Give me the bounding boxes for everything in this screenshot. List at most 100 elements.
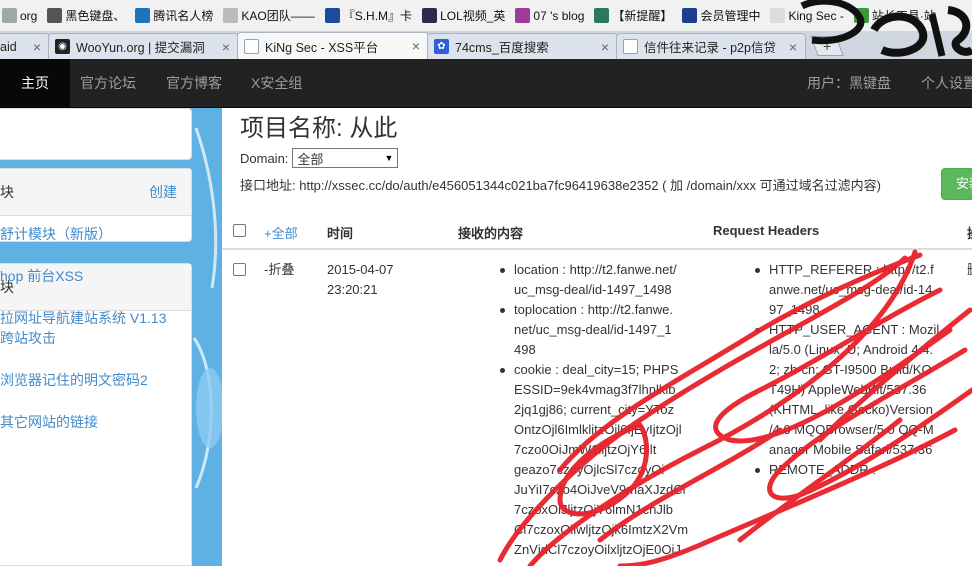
- install-button[interactable]: 安装: [941, 168, 972, 200]
- dropdown-arrow-icon: ▼: [384, 153, 394, 163]
- bookmark-item[interactable]: 【新提醒】: [592, 5, 676, 27]
- list-item-line: ZnVjdCl7czoyOilxljtzOjE0OiJ: [514, 542, 681, 557]
- collapse-row-link[interactable]: -折叠: [264, 260, 294, 280]
- module-link[interactable]: 舒计模块（新版）: [0, 224, 112, 244]
- tab-title: 74cms_百度搜索: [455, 41, 549, 55]
- list-item-line: HTTP_USER_AGENT : Mozil: [769, 322, 940, 337]
- page-icon: [244, 38, 259, 54]
- browser-tab[interactable]: KiNg Sec - XSS平台 ×: [237, 32, 429, 59]
- list-item: toplocation : http://t2.fanwe. net/uc_msg…: [496, 300, 686, 360]
- bookmark-label: 07 's blog: [533, 8, 585, 23]
- list-item-line: T49H) AppleWebKit/537.36: [769, 382, 927, 397]
- api-address: 接口地址: http://xssec.cc/do/auth/e456051344…: [240, 178, 881, 193]
- list-item-line: HTTP_REFERER : http://t2.f: [769, 262, 934, 277]
- list-item: HTTP_USER_AGENT : Mozil la/5.0 (Linux; U;…: [751, 320, 941, 460]
- bookmark-item[interactable]: LOL视频_英: [420, 5, 509, 27]
- project-title: 项目名称: 从此: [240, 115, 398, 142]
- bookmark-label: KAO团队——: [241, 9, 315, 23]
- close-tab-icon[interactable]: ×: [33, 39, 41, 55]
- browser-tab[interactable]: 信件往来记录 - p2p信贷 ×: [616, 33, 806, 59]
- module-link-line: 跨站攻击: [0, 330, 56, 346]
- nav-home[interactable]: 主页: [0, 59, 70, 108]
- bookmark-item[interactable]: 腾讯名人榜: [133, 5, 217, 27]
- list-item-line: 97_1498: [769, 302, 820, 317]
- expand-all-link[interactable]: +全部: [264, 223, 298, 242]
- qing-icon: [515, 8, 531, 23]
- close-tab-icon[interactable]: ×: [222, 39, 230, 55]
- blank-page-icon: [223, 8, 239, 23]
- delete-row-link[interactable]: 删: [967, 260, 972, 280]
- main-content: 项目名称: 从此 Domain: 全部 ▼ 接口地址: http://xssec…: [222, 108, 972, 566]
- close-tab-icon[interactable]: ×: [412, 38, 420, 54]
- bookmark-item[interactable]: KAO团队——: [221, 5, 318, 27]
- list-item-line: anager Mobile Safari/537.36: [769, 442, 933, 457]
- domain-filter-row: Domain: 全部 ▼: [240, 148, 399, 168]
- table-header-divider: [222, 248, 972, 250]
- nav-user[interactable]: 用户：黑键盘: [807, 59, 891, 108]
- create-module-link[interactable]: 创建: [149, 169, 177, 216]
- module-link[interactable]: 浏览器记住的明文密码2: [0, 370, 148, 390]
- list-item-line: JuYiI7czo4OiJveV9maXJzdCl: [514, 482, 686, 497]
- domain-select[interactable]: 全部 ▼: [292, 148, 399, 168]
- module-link-line: 浏览器记住的明文密码2: [0, 372, 148, 388]
- bookmark-item[interactable]: 会员管理中: [680, 5, 764, 27]
- list-item-line: Cl7czoxOilwljtzOjk6ImtzX2Vm: [514, 522, 689, 537]
- module-link[interactable]: 其它网站的链接: [0, 412, 98, 432]
- page-icon: [623, 39, 638, 54]
- bookmark-label: LOL视频_英: [440, 9, 506, 23]
- bookmark-label: 『S.H.M』卡: [342, 9, 413, 23]
- browser-tab[interactable]: aid ×: [0, 33, 50, 59]
- project-top-panel: [0, 108, 192, 160]
- module-link[interactable]: 拉网址导航建站系统 V1.13 跨站攻击: [0, 308, 166, 348]
- tab-title: 信件往来记录 - p2p信贷: [644, 41, 776, 55]
- module-link-line: 舒计模块（新版）: [0, 226, 112, 242]
- list-item-line: location : http://t2.fanwe.net/: [514, 262, 677, 277]
- list-item-line: geazo7czoyOjlcSl7czoyOi: [514, 462, 665, 477]
- nav-settings[interactable]: 个人设置: [921, 59, 972, 108]
- module-link-line: 拉网址导航建站系统 V1.13: [0, 310, 167, 326]
- tab-title: KiNg Sec - XSS平台: [265, 40, 379, 55]
- security-icon: [594, 8, 610, 23]
- bookmark-item[interactable]: org: [0, 5, 41, 27]
- wooyun-icon: ◉: [55, 39, 70, 54]
- list-item-line: 498: [514, 342, 536, 357]
- star-icon: [47, 8, 63, 23]
- domain-label: Domain:: [240, 150, 289, 166]
- module-link-line: 其它网站的链接: [0, 414, 98, 430]
- list-item-line: 7czoxOiJljtzOjY6lmN1cnJlb: [514, 502, 673, 517]
- top-navbar: 主页 官方论坛 官方博客 X安全组 用户：黑键盘 个人设置: [0, 59, 972, 108]
- nav-blog[interactable]: 官方博客: [166, 59, 222, 108]
- list-item: REMOTE_ADDR :: [751, 460, 941, 480]
- bookmark-item[interactable]: 黑色键盘、: [45, 5, 129, 27]
- list-item-line: OntzOjl6ImlklitzOjl6IjEyIjtzOjl: [514, 422, 682, 437]
- select-all-checkbox[interactable]: [233, 224, 246, 237]
- list-item-line: 2jq1gj86; current_city=YToz: [514, 402, 675, 417]
- nav-forum[interactable]: 官方论坛: [80, 59, 136, 108]
- module-link-line: hop 前台XSS: [0, 268, 84, 284]
- list-item-line: (KHTML, like Gecko)Version: [769, 402, 933, 417]
- column-header-request-headers: Request Headers: [713, 223, 820, 238]
- received-content-list: location : http://t2.fanwe.net/uc_msg-de…: [496, 260, 689, 560]
- list-item-line: anwe.net/uc_msg-deal/id-14: [769, 282, 933, 297]
- bookmark-item[interactable]: 『S.H.M』卡: [323, 5, 416, 27]
- lol-icon: [422, 8, 438, 23]
- list-item: HTTP_REFERER : http://t2.f anwe.net/uc_ms…: [751, 260, 941, 320]
- row-date: 2015-04-07: [327, 262, 394, 277]
- bookmark-label: 腾讯名人榜: [153, 9, 214, 23]
- module-link[interactable]: hop 前台XSS: [0, 266, 83, 286]
- column-header-time: 时间: [327, 226, 354, 241]
- nav-xsec-group[interactable]: X安全组: [251, 59, 302, 108]
- list-item: location : http://t2.fanwe.net/uc_msg-de…: [496, 260, 686, 300]
- blank-page-icon: [2, 8, 17, 23]
- column-header-content: 接收的内容: [458, 226, 524, 241]
- browser-window: org 黑色键盘、 腾讯名人榜 KAO团队—— 『S.H.M』卡 LOL视频_英 07 's…: [0, 0, 972, 566]
- list-item-line: 7czo0OiJmW1lljtzOjY6Ilt: [514, 442, 657, 457]
- bookmark-item[interactable]: 07 's blog: [513, 5, 588, 27]
- list-item-line: cookie : deal_city=15; PHPS: [514, 362, 679, 377]
- browser-tab[interactable]: ✿ 74cms_百度搜索 ×: [427, 33, 618, 59]
- bookmark-label: 会员管理中: [700, 9, 761, 23]
- close-tab-icon[interactable]: ×: [601, 39, 609, 55]
- list-item-line: ESSID=9ek4vmag3f7lhnlkib: [514, 382, 676, 397]
- row-checkbox[interactable]: [233, 263, 246, 276]
- browser-tab[interactable]: ◉ WooYun.org | 提交漏洞 ×: [48, 33, 239, 59]
